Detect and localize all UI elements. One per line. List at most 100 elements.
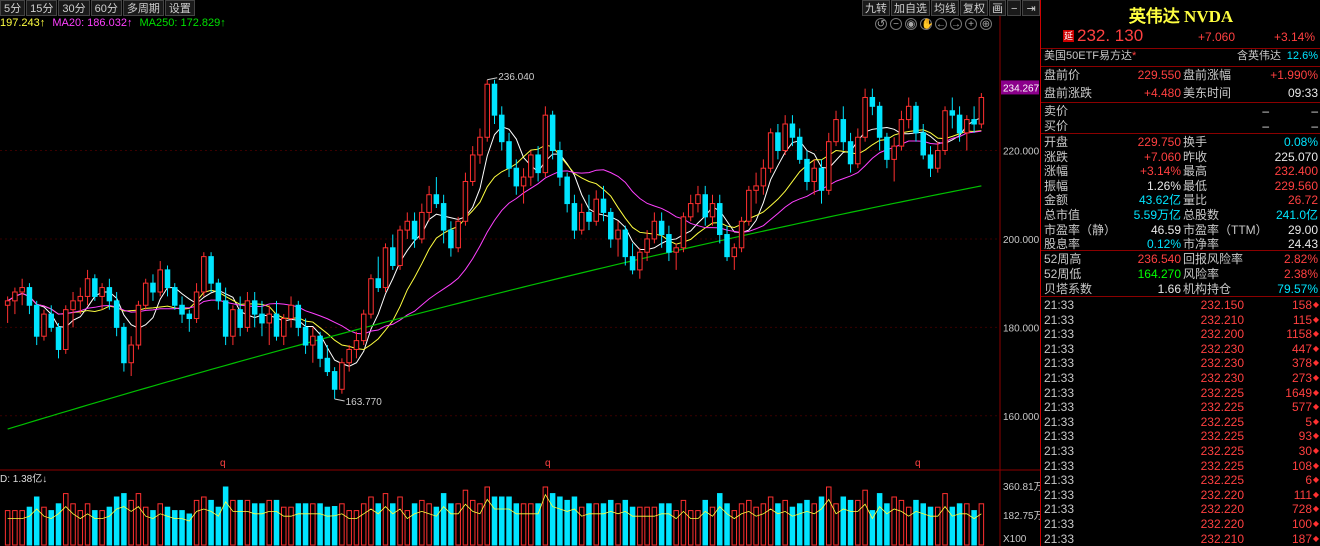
volume-bar — [884, 503, 890, 546]
volume-bar — [891, 496, 897, 546]
candle-body — [142, 282, 149, 306]
settings-gear-icon[interactable]: ⊕ — [980, 18, 992, 30]
forward-icon[interactable]: → — [950, 18, 962, 30]
stat-label: 涨跌 — [1044, 149, 1069, 164]
candle-body — [702, 194, 708, 218]
stat-label: 回报风险率 — [1183, 252, 1244, 266]
period-5m-button[interactable]: 5分 — [0, 0, 26, 16]
high-annotation: 236.040 — [498, 72, 535, 83]
volume-bar — [753, 506, 759, 546]
stat-row: 振幅 1.26% 最低 229.560 — [1041, 178, 1320, 194]
tick-volume: 100 — [1291, 517, 1312, 531]
tick-time: 21:33 — [1044, 298, 1075, 312]
candle-body — [55, 326, 62, 350]
stat-label: 最高 — [1183, 164, 1208, 179]
back-icon[interactable]: ← — [935, 18, 947, 30]
exit-icon[interactable]: ⇥ — [1022, 0, 1040, 16]
price-change-pct: +3.14% — [1273, 30, 1315, 44]
period-15m-button[interactable]: 15分 — [26, 0, 58, 16]
tick-volume: 111 — [1293, 487, 1312, 502]
hand-icon[interactable]: ✋ — [920, 18, 933, 30]
volume-bar — [876, 493, 883, 546]
volume-bar — [608, 499, 614, 546]
volume-bar — [251, 503, 258, 546]
candle-body — [360, 313, 367, 342]
multi-period-button[interactable]: 多周期 — [122, 0, 164, 16]
candle-body — [41, 313, 47, 337]
volume-bar — [208, 499, 214, 546]
volume-bar — [375, 503, 381, 546]
candle-body — [273, 313, 280, 337]
draw-button[interactable]: 画 — [989, 0, 1006, 16]
minus-icon[interactable]: − — [1007, 0, 1022, 16]
volume-bar — [113, 496, 120, 546]
stat-label: 机构持仓 — [1183, 281, 1232, 296]
candle-body — [70, 300, 76, 311]
stat-label: 总市值 — [1044, 208, 1081, 222]
kline-svg[interactable]: 220.000 200.000 180.000 160.000 234.267 236.0… — [0, 0, 1044, 546]
candle-body — [121, 326, 127, 364]
volume-bar — [164, 506, 171, 546]
ma-button[interactable]: 均线 — [931, 0, 959, 16]
volume-bar — [317, 503, 323, 546]
up-arrow-icon: ◆ — [1312, 489, 1319, 499]
volume-bar — [201, 496, 207, 546]
zoom-out-icon[interactable]: − — [890, 18, 902, 30]
volume-bar — [288, 506, 294, 546]
tick-price: 232.225 — [1200, 414, 1244, 429]
tick-row: 21:33 232.225 93 ◆ — [1041, 428, 1320, 444]
period-30m-button[interactable]: 30分 — [58, 0, 90, 16]
tick-time: 21:33 — [1044, 312, 1075, 327]
candle-body — [48, 313, 54, 328]
candle-body — [259, 313, 265, 324]
tick-volume: 108 — [1291, 458, 1312, 473]
stat-value: 2.82% — [1283, 252, 1318, 266]
volume-label: D: 1.38亿↓ — [0, 472, 47, 485]
jiuzhuan-button[interactable]: 九转 — [862, 0, 890, 16]
price-change: +7.060 — [1197, 30, 1235, 44]
adjust-button[interactable]: 复权 — [960, 0, 988, 16]
candle-body — [789, 123, 796, 138]
bid-row: 买价 – – — [1041, 118, 1320, 134]
candle-body — [600, 198, 607, 213]
volume-bar — [637, 506, 643, 546]
ma250-value: MA250: 172.829↑ — [139, 17, 226, 29]
stat-label: 量比 — [1183, 193, 1208, 208]
candle-body — [19, 287, 25, 293]
candle-body — [666, 234, 672, 253]
candle-body — [731, 247, 738, 258]
eye-icon[interactable]: ◉ — [905, 18, 917, 30]
stat-value: 232.400 — [1274, 164, 1318, 179]
stat-value: 46.59 — [1150, 222, 1181, 237]
stat-value: 225.070 — [1274, 149, 1318, 164]
stat-value: 236.540 — [1137, 252, 1181, 266]
settings-button[interactable]: 设置 — [164, 0, 195, 16]
stat-label: 金额 — [1044, 193, 1069, 208]
candle-body — [375, 278, 381, 289]
undo-icon[interactable]: ↺ — [875, 18, 887, 30]
volume-bar — [150, 510, 156, 546]
add-watchlist-button[interactable]: 加自选 — [891, 0, 930, 16]
volume-bar — [19, 510, 25, 546]
volume-bar — [578, 506, 585, 546]
stat-label: 买价 — [1044, 118, 1069, 133]
volume-bar — [782, 499, 788, 546]
stat-value: 26.72 — [1287, 193, 1318, 208]
tick-row: 21:33 232.225 6 ◆ — [1041, 472, 1320, 488]
candle-body — [237, 309, 243, 328]
volume-bar — [673, 510, 679, 546]
tick-volume: 1158 — [1286, 327, 1312, 342]
etf-row[interactable]: 美国50ETF易方达* 含英伟达 12.6% — [1041, 48, 1320, 64]
up-arrow-icon: ◆ — [1312, 519, 1319, 528]
tick-price: 232.225 — [1200, 400, 1244, 415]
volume-bar — [826, 486, 832, 546]
volume-bar — [811, 503, 817, 546]
zoom-in-icon[interactable]: + — [965, 18, 977, 30]
volume-bar — [695, 510, 701, 546]
volume-bar — [767, 496, 774, 546]
stat-value: +3.14% — [1139, 164, 1181, 179]
volume-bar — [557, 496, 563, 546]
period-60m-button[interactable]: 60分 — [90, 0, 122, 16]
kline-chart[interactable]: 220.000 200.000 180.000 160.000 234.267 236.0… — [0, 0, 1044, 546]
volume-bar — [586, 503, 592, 546]
